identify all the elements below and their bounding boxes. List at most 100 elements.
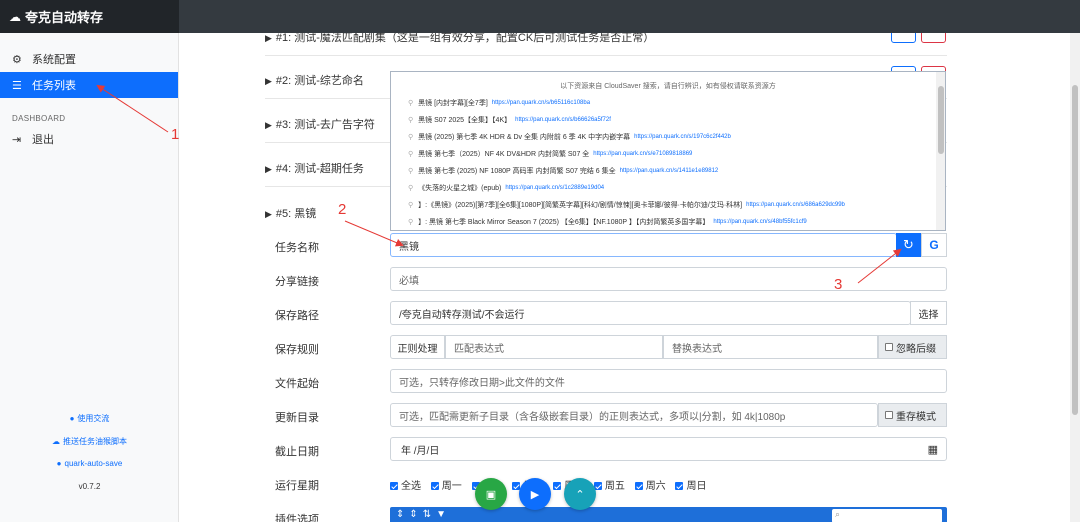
scrollbar-thumb[interactable] — [1072, 85, 1078, 415]
suggestion-item[interactable]: ⚲ 黑镜 第七季（2025）NF 4K DV&HDR 内封简繁 S07 全 http… — [391, 145, 945, 162]
search-icon: ⚲ — [408, 150, 414, 158]
sidebar-item-settings[interactable]: ⚙ 系统配置 — [0, 46, 178, 72]
sidebar-section-heading: DASHBOARD — [12, 114, 66, 123]
sidebar-item-logout[interactable]: ⇥ 退出 — [0, 126, 178, 152]
suggestion-item[interactable]: ⚲ 黑镜 (2025) 第七季 4K HDR & Dv 全集 内附前 6 季 4K… — [391, 128, 945, 145]
suggestion-scrollbar[interactable] — [936, 72, 945, 230]
cloud-icon: ☁ — [9, 9, 21, 24]
sidebar-item-label: 退出 — [32, 134, 54, 146]
weekday-fri[interactable]: 周五 — [593, 481, 625, 492]
delete-task-button[interactable] — [921, 33, 946, 43]
redo-mode-toggle[interactable]: 重存模式 — [878, 403, 947, 427]
sidebar-item-tasks[interactable]: ☰ 任务列表 — [0, 72, 178, 98]
task-item-2[interactable]: ▶ #2: 测试-综艺命名 — [265, 72, 364, 88]
cloudsaver-search-button[interactable]: ↻ — [896, 233, 921, 257]
logout-icon: ⇥ — [12, 133, 22, 146]
save-path-label: 保存路径 — [275, 310, 319, 322]
suggestion-header: 以下资源来自 CloudSaver 搜索，请自行辨识，如有侵权请联系资源方 — [560, 83, 776, 90]
run-all-button[interactable]: ▶ — [519, 478, 551, 510]
plugin-json-editor-toolbar: ⇕⇕⇅▼ ⌕ — [390, 507, 947, 522]
replace-regex-input[interactable]: 替换表达式 — [663, 335, 878, 359]
annotation-label-1: 1 — [171, 126, 180, 143]
suggestion-item[interactable]: ⚲ 黑镜 [内封字幕][全7季] https://pan.quark.cn/s/b6… — [391, 94, 945, 111]
google-icon: G — [929, 238, 939, 252]
calendar-icon[interactable]: ▦ — [928, 443, 938, 456]
run-task-button[interactable] — [891, 33, 916, 43]
search-icon: ⚲ — [408, 167, 414, 175]
regex-tab[interactable]: 正则处理 — [390, 335, 445, 359]
github-icon: ● — [56, 459, 62, 468]
checkbox[interactable] — [553, 482, 562, 490]
save-path-input[interactable]: /夸克自动转存测试/不会运行 — [390, 301, 911, 325]
github-link[interactable]: ● quark-auto-save — [0, 459, 179, 468]
caret-down-icon: ▶ — [265, 209, 272, 219]
sidebar-item-label: 任务列表 — [32, 80, 76, 92]
app-title: 夸克自动转存 — [25, 10, 104, 25]
checkbox[interactable] — [390, 482, 398, 490]
run-week-label: 运行星期 — [275, 480, 319, 492]
search-icon: ⚲ — [408, 218, 414, 226]
file-start-label: 文件起始 — [275, 378, 319, 390]
list-icon: ☰ — [12, 79, 22, 92]
match-regex-input[interactable]: 匹配表达式 — [445, 335, 663, 359]
checkbox[interactable] — [430, 482, 439, 490]
weekday-sat[interactable]: 周六 — [634, 481, 666, 492]
task-item-1[interactable]: ▶ #1: 测试-魔法匹配剧集（这是一组有效分享，配置CK后可测试任务是否正常） — [265, 33, 654, 45]
caret-right-icon: ▶ — [265, 120, 272, 130]
file-start-input[interactable]: 可选，只转存修改日期>此文件的文件 — [390, 369, 947, 393]
deadline-date-input[interactable]: 年 /月/日 ▦ — [390, 437, 947, 461]
search-icon: ⚲ — [408, 184, 414, 192]
caret-right-icon: ▶ — [265, 76, 272, 86]
chat-icon: ● — [69, 414, 75, 423]
update-dir-input[interactable]: 可选，匹配需更新子目录（含各级嵌套目录）的正则表达式，多项以|分割，如 4k|1… — [390, 403, 878, 427]
suggestion-item[interactable]: ⚲ 黑镜 第七季 (2025) NF 1080P 高码率 内封简繁 S07 完结 … — [391, 162, 945, 179]
scrollbar-thumb[interactable] — [938, 86, 944, 154]
search-icon: ⚲ — [408, 133, 414, 141]
search-icon: ⚲ — [408, 201, 414, 209]
suggestion-item[interactable]: ⚲】: 黑镜 第七季 Black Mirror Season 7 (2025) … — [391, 213, 945, 230]
refresh-icon: ↻ — [903, 237, 914, 252]
task-item-4[interactable]: ▶ #4: 测试-超期任务 — [265, 160, 364, 176]
cloudsaver-suggestion-list: 以下资源来自 CloudSaver 搜索，请自行辨识，如有侵权请联系资源方 ⚲ 黑… — [390, 71, 946, 231]
search-icon: ⌕ — [835, 509, 841, 519]
update-dir-label: 更新目录 — [275, 412, 319, 424]
checkbox[interactable] — [675, 482, 684, 490]
community-link[interactable]: ● 使用交流 — [0, 413, 179, 424]
save-icon: ▣ — [485, 488, 497, 501]
page-scrollbar[interactable] — [1070, 33, 1080, 522]
share-link-label: 分享链接 — [275, 276, 319, 288]
annotation-label-2: 2 — [338, 201, 347, 218]
checkbox[interactable] — [885, 411, 893, 419]
suggestion-item[interactable]: ⚲ 】:《黑镜》(2025)[第7季][全6集][1080P][简繁英字幕][科幻… — [391, 196, 945, 213]
share-link-input[interactable]: 必填 — [390, 267, 947, 291]
divider — [265, 55, 947, 56]
suggestion-item[interactable]: ⚲ 《失落的火星之城》(epub) https://pan.quark.cn/s/1… — [391, 179, 945, 196]
checkbox[interactable] — [885, 343, 893, 351]
annotation-label-3: 3 — [834, 276, 843, 293]
editor-toolbar-icons[interactable]: ⇕⇕⇅▼ — [396, 509, 451, 520]
ignore-suffix-toggle[interactable]: 忽略后缀 — [878, 335, 947, 359]
checkbox[interactable] — [634, 482, 643, 490]
plugin-options-label: 插件选项 — [275, 514, 319, 522]
task-name-input[interactable]: 黑镜 — [390, 233, 897, 257]
app-brand[interactable]: ☁ 夸克自动转存 — [0, 0, 179, 33]
task-name-label: 任务名称 — [275, 242, 319, 254]
scroll-top-button[interactable]: ⌃ — [564, 478, 596, 510]
weekday-sun[interactable]: 周日 — [675, 481, 706, 492]
editor-search-input[interactable]: ⌕ — [832, 509, 942, 522]
select-path-button[interactable]: 选择 — [910, 301, 947, 325]
sidebar: ⚙ 系统配置 ☰ 任务列表 DASHBOARD ⇥ 退出 ● 使用交流 ☁ 推送任务… — [0, 33, 179, 522]
google-search-button[interactable]: G — [921, 233, 947, 257]
version-label: v0.7.2 — [78, 482, 101, 491]
weekday-mon[interactable]: 周一 — [430, 481, 462, 492]
task-item-3[interactable]: ▶ #3: 测试-去广告字符 — [265, 116, 375, 132]
weekday-all[interactable]: 全选 — [390, 481, 421, 492]
chevron-up-icon: ⌃ — [575, 488, 585, 501]
save-config-button[interactable]: ▣ — [475, 478, 507, 510]
caret-right-icon: ▶ — [265, 164, 272, 174]
suggestion-item[interactable]: ⚲ 黑镜 S07 2025【全集】【4K】 https://pan.quark.cn… — [391, 111, 945, 128]
push-script-link[interactable]: ☁ 推送任务油猴脚本 — [0, 436, 179, 447]
cloud-upload-icon: ☁ — [52, 437, 60, 446]
save-rule-label: 保存规则 — [275, 344, 319, 356]
task-item-5[interactable]: ▶ #5: 黑镜 — [265, 205, 316, 221]
